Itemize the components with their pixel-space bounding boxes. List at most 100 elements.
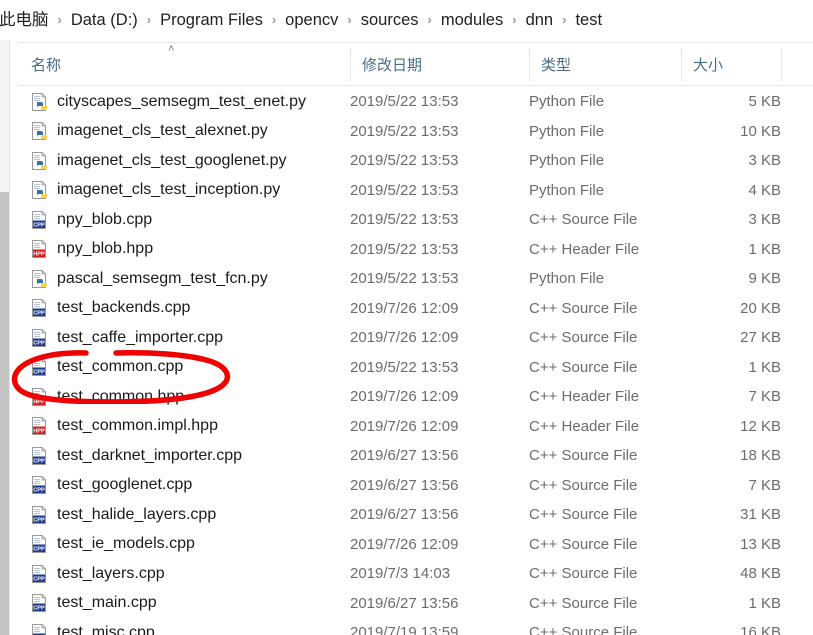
navigation-pane-divider[interactable] xyxy=(9,40,10,635)
file-explorer-window: 此电脑›Data (D:)›Program Files›opencv›sourc… xyxy=(0,0,813,635)
cpp-source-file-icon: CPP xyxy=(31,594,48,612)
column-divider-2[interactable] xyxy=(681,49,682,81)
file-name-cell[interactable]: CPPtest_halide_layers.cpp xyxy=(31,505,216,525)
table-row[interactable]: HPPtest_common.impl.hpp2019/7/26 12:09C+… xyxy=(19,412,813,442)
file-name-cell[interactable]: CPPtest_layers.cpp xyxy=(31,564,165,584)
column-divider-3[interactable] xyxy=(781,49,782,81)
file-name-cell[interactable]: HPPtest_common.impl.hpp xyxy=(31,416,218,436)
column-divider-1[interactable] xyxy=(529,49,530,81)
file-name-cell[interactable]: CPP test_common.cpp xyxy=(31,357,183,377)
svg-text:CPP: CPP xyxy=(33,222,45,228)
table-row[interactable]: HPPnpy_blob.hpp2019/5/22 13:53C++ Header… xyxy=(19,235,813,265)
file-name-cell[interactable]: CPPtest_googlenet.cpp xyxy=(31,475,192,495)
file-type-cell: Python File xyxy=(529,270,604,287)
cpp-source-file-icon: CPP xyxy=(31,447,48,465)
file-name-cell[interactable]: CPPtest_caffe_importer.cpp xyxy=(31,328,223,348)
file-date-cell: 2019/5/22 13:53 xyxy=(350,152,458,169)
breadcrumb-item-4[interactable]: sources xyxy=(358,9,422,31)
table-row[interactable]: pascal_semsegm_test_fcn.py2019/5/22 13:5… xyxy=(19,264,813,294)
breadcrumb-separator-icon: › xyxy=(52,10,68,30)
navigation-pane-scrollbar-thumb[interactable] xyxy=(0,192,9,635)
table-row[interactable]: CPPnpy_blob.cpp2019/5/22 13:53C++ Source… xyxy=(19,205,813,235)
file-name-cell[interactable]: CPPtest_main.cpp xyxy=(31,593,157,613)
svg-text:HPP: HPP xyxy=(33,429,45,435)
file-name-label: test_common.hpp xyxy=(57,387,184,407)
breadcrumb-item-3[interactable]: opencv xyxy=(282,9,341,31)
table-row[interactable]: HPPtest_common.hpp2019/7/26 12:09C++ Hea… xyxy=(19,382,813,412)
file-type-cell: Python File xyxy=(529,93,604,110)
column-header-name[interactable]: 名称 xyxy=(19,43,350,85)
file-size-cell: 31 KB xyxy=(619,506,781,523)
column-header-date[interactable]: 修改日期 xyxy=(350,43,529,85)
table-row[interactable]: CPPtest_backends.cpp2019/7/26 12:09C++ S… xyxy=(19,294,813,324)
breadcrumb[interactable]: 此电脑›Data (D:)›Program Files›opencv›sourc… xyxy=(0,0,813,40)
column-header-size[interactable]: 大小 xyxy=(681,43,781,85)
navigation-pane-edge xyxy=(10,40,19,635)
svg-text:CPP: CPP xyxy=(33,547,45,553)
file-name-label: test_halide_layers.cpp xyxy=(57,505,216,525)
file-name-label: test_googlenet.cpp xyxy=(57,475,192,495)
file-size-cell: 7 KB xyxy=(619,388,781,405)
file-name-cell[interactable]: HPPtest_common.hpp xyxy=(31,387,184,407)
table-row[interactable]: imagenet_cls_test_googlenet.py 2019/5/22 … xyxy=(19,146,813,176)
breadcrumb-item-0[interactable]: 此电脑 xyxy=(0,9,52,31)
table-row[interactable]: CPPtest_caffe_importer.cpp 2019/7/26 12:0… xyxy=(19,323,813,353)
file-name-cell[interactable]: HPPnpy_blob.hpp xyxy=(31,239,153,259)
column-header-type[interactable]: 类型 xyxy=(529,43,681,85)
breadcrumb-item-7[interactable]: test xyxy=(572,9,605,31)
svg-text:CPP: CPP xyxy=(33,576,45,582)
cpp-source-file-icon: CPP xyxy=(31,594,48,612)
file-name-label: imagenet_cls_test_googlenet.py xyxy=(57,151,287,171)
file-name-cell[interactable]: imagenet_cls_test_alexnet.py xyxy=(31,121,268,141)
breadcrumb-item-5[interactable]: modules xyxy=(438,9,506,31)
cpp-source-file-icon: CPP xyxy=(31,299,48,317)
table-row[interactable]: CPPtest_common.cpp2019/5/22 13:53C++ Sou… xyxy=(19,353,813,383)
cpp-source-file-icon: CPP xyxy=(31,211,48,229)
table-row[interactable]: CPPtest_misc.cpp2019/7/19 13:59C++ Sourc… xyxy=(19,618,813,635)
column-divider-0[interactable] xyxy=(350,49,351,81)
file-date-cell: 2019/7/26 12:09 xyxy=(350,300,458,317)
file-name-cell[interactable]: imagenet_cls_test_inception.py xyxy=(31,180,280,200)
cpp-source-file-icon: CPP xyxy=(31,535,48,553)
breadcrumb-item-1[interactable]: Data (D:) xyxy=(68,9,141,31)
table-row[interactable]: cityscapes_semsegm_test_enet.py2019/5/22… xyxy=(19,87,813,117)
table-row[interactable]: CPPtest_googlenet.cpp2019/6/27 13:56C++ … xyxy=(19,471,813,501)
python-file-icon xyxy=(31,270,48,288)
file-name-cell[interactable]: CPPtest_misc.cpp xyxy=(31,623,155,635)
table-row[interactable]: imagenet_cls_test_inception.py2019/5/22 … xyxy=(19,176,813,206)
table-row[interactable]: imagenet_cls_test_alexnet.py2019/5/22 13… xyxy=(19,117,813,147)
file-size-cell: 10 KB xyxy=(619,123,781,140)
file-name-label: pascal_semsegm_test_fcn.py xyxy=(57,269,268,289)
file-name-cell[interactable]: cityscapes_semsegm_test_enet.py xyxy=(31,92,306,112)
navigation-pane-scrollbar-track[interactable] xyxy=(0,40,9,635)
file-name-cell[interactable]: pascal_semsegm_test_fcn.py xyxy=(31,269,268,289)
breadcrumb-item-6[interactable]: dnn xyxy=(523,9,557,31)
table-row[interactable]: CPPtest_halide_layers.cpp 2019/6/27 13:56… xyxy=(19,500,813,530)
breadcrumb-separator-icon: › xyxy=(556,10,572,30)
table-row[interactable]: CPPtest_darknet_importer.cpp2019/6/27 13… xyxy=(19,441,813,471)
file-name-cell[interactable]: CPPtest_darknet_importer.cpp xyxy=(31,446,242,466)
file-date-cell: 2019/6/27 13:56 xyxy=(350,506,458,523)
file-size-cell: 4 KB xyxy=(619,182,781,199)
file-date-cell: 2019/7/26 12:09 xyxy=(350,329,458,346)
table-row[interactable]: CPPtest_main.cpp2019/6/27 13:56C++ Sourc… xyxy=(19,589,813,619)
cpp-source-file-icon: CPP xyxy=(31,358,48,376)
file-name-cell[interactable]: CPPnpy_blob.cpp xyxy=(31,210,152,230)
file-name-label: test_backends.cpp xyxy=(57,298,190,318)
table-row[interactable]: CPPtest_layers.cpp2019/7/3 14:03C++ Sour… xyxy=(19,559,813,589)
file-size-cell: 13 KB xyxy=(619,536,781,553)
table-row[interactable]: CPPtest_ie_models.cpp2019/7/26 12:09C++ … xyxy=(19,530,813,560)
file-name-cell[interactable]: CPP test_backends.cpp xyxy=(31,298,190,318)
file-size-cell: 5 KB xyxy=(619,93,781,110)
python-file-icon xyxy=(31,93,48,111)
breadcrumb-item-2[interactable]: Program Files xyxy=(157,9,266,31)
file-size-cell: 3 KB xyxy=(619,152,781,169)
file-name-cell[interactable]: CPPtest_ie_models.cpp xyxy=(31,534,195,554)
breadcrumb-separator-icon: › xyxy=(266,10,282,30)
python-file-icon xyxy=(31,122,48,140)
file-name-cell[interactable]: imagenet_cls_test_googlenet.py xyxy=(31,151,287,171)
file-name-label: test_common.cpp xyxy=(57,357,183,377)
file-list[interactable]: cityscapes_semsegm_test_enet.py 2019/5/22… xyxy=(19,87,813,635)
svg-text:CPP: CPP xyxy=(33,606,45,612)
file-date-cell: 2019/6/27 13:56 xyxy=(350,477,458,494)
